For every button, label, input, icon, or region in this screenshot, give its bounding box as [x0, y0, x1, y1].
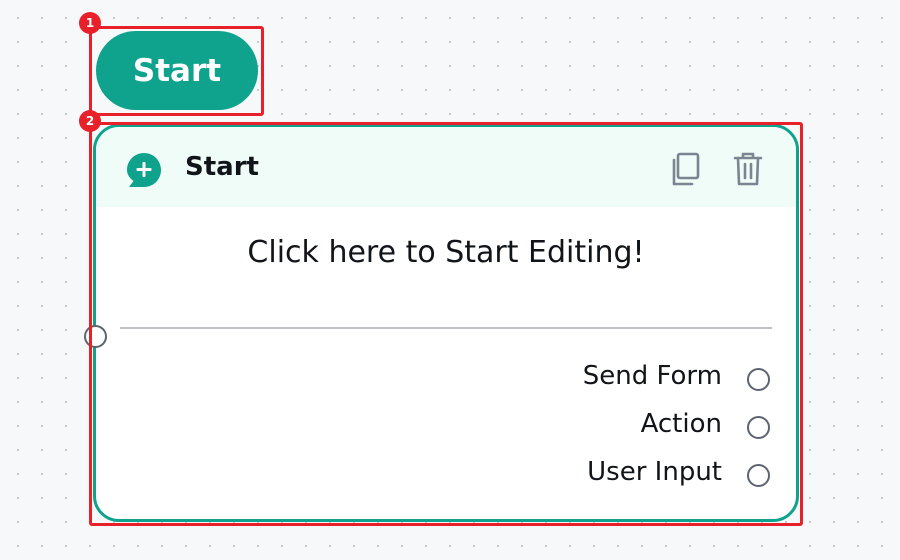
start-node-card[interactable]: Start Click here to Start Editing! Send …: [93, 124, 799, 522]
chat-plus-icon: [127, 153, 161, 187]
node-header: Start: [96, 127, 796, 207]
copy-icon[interactable]: [666, 149, 706, 189]
annotation-badge-1: 1: [79, 12, 101, 34]
start-editing-prompt[interactable]: Click here to Start Editing!: [96, 235, 796, 270]
start-pill-button[interactable]: Start: [96, 31, 258, 110]
annotation-badge-2: 2: [79, 110, 101, 132]
option-label-action: Action: [640, 409, 722, 439]
flow-canvas[interactable]: Start Start Click here to Start Editing!: [0, 0, 900, 560]
node-input-handle[interactable]: [84, 325, 107, 348]
trash-icon[interactable]: [728, 149, 768, 189]
send-form-output-handle[interactable]: [747, 368, 770, 391]
node-divider: [120, 327, 772, 329]
user-input-output-handle[interactable]: [747, 464, 770, 487]
node-title: Start: [185, 152, 259, 182]
option-label-send-form: Send Form: [582, 361, 722, 391]
option-label-user-input: User Input: [587, 457, 722, 487]
action-output-handle[interactable]: [747, 416, 770, 439]
